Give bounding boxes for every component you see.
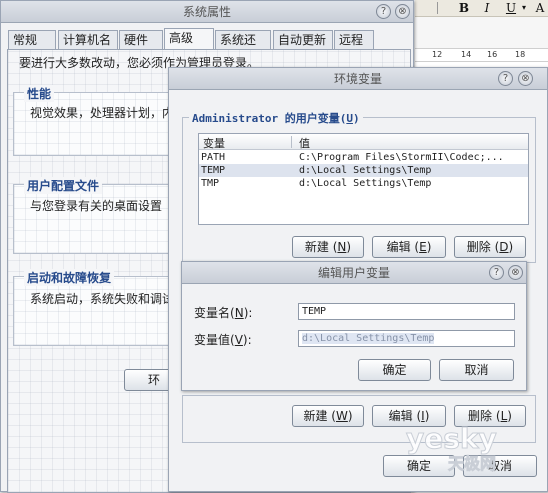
column-divider[interactable] <box>291 136 292 148</box>
label-text: 变量值 <box>194 333 231 347</box>
startup-recovery-title: 启动和故障恢复 <box>24 269 115 286</box>
variable-value: C:\Program Files\StormII\Codec;... <box>299 152 504 163</box>
tab-computer-name[interactable]: 计算机名 <box>58 30 118 49</box>
variable-name-input[interactable]: TEMP <box>298 303 515 320</box>
window-title: 环境变量 <box>333 72 382 86</box>
button-label: 新建 <box>303 409 328 423</box>
startup-recovery-description: 系统启动，系统失败和调试 <box>30 292 175 306</box>
user-variables-title-close: ) <box>352 112 360 125</box>
variable-name-label: 变量名(N): <box>194 306 253 320</box>
label-accesskey: N <box>234 306 244 320</box>
system-new-button[interactable]: 新建 (W) <box>292 405 364 427</box>
font-color-button[interactable]: A <box>532 0 548 16</box>
close-icon[interactable]: ⊗ <box>395 4 410 19</box>
button-accesskey: W <box>335 409 348 423</box>
user-variables-list[interactable]: 变量 值 PATH C:\Program Files\StormII\Codec… <box>198 133 529 225</box>
tab-hardware[interactable]: 硬件 <box>119 30 163 49</box>
variable-name: TMP <box>201 178 220 189</box>
button-label: 删除 <box>466 240 491 254</box>
label-accesskey: V <box>234 333 243 347</box>
horizontal-ruler: 12 14 16 18 <box>415 48 548 62</box>
user-new-button[interactable]: 新建 (N) <box>292 236 364 258</box>
variable-value: d:\Local Settings\Temp <box>299 178 432 189</box>
system-properties-titlebar[interactable]: 系统属性 ? ⊗ <box>1 1 413 23</box>
user-variables-title-text: Administrator 的用户变量( <box>192 112 347 125</box>
performance-description: 视觉效果，处理器计划，内 <box>30 106 175 120</box>
tab-advanced[interactable]: 高级 <box>164 28 214 50</box>
environment-variables-button-label: 环 <box>147 373 160 387</box>
bold-button[interactable]: B <box>456 0 472 16</box>
label-text: 变量名 <box>194 306 231 320</box>
tab-general[interactable]: 常规 <box>8 30 56 49</box>
underline-dropdown-icon[interactable]: ▾ <box>516 0 532 16</box>
edit-ok-button[interactable]: 确定 <box>358 359 431 381</box>
close-icon[interactable]: ⊗ <box>518 71 533 86</box>
user-profiles-title: 用户配置文件 <box>24 177 103 194</box>
list-item-selected[interactable]: TEMP d:\Local Settings\Temp <box>199 164 528 177</box>
yesky-watermark-logo: yesky 天极网 <box>398 420 548 476</box>
italic-button[interactable]: I <box>479 0 495 16</box>
user-profiles-description: 与您登录有关的桌面设置 <box>30 199 163 213</box>
user-delete-button[interactable]: 删除 (D) <box>454 236 526 258</box>
variable-name: PATH <box>201 152 226 163</box>
ruler-tick: 18 <box>515 50 526 59</box>
ruler-tick: 16 <box>487 50 498 59</box>
list-item[interactable]: TMP d:\Local Settings\Temp <box>199 177 528 190</box>
environment-variables-titlebar[interactable]: 环境变量 ? ⊗ <box>169 68 547 90</box>
edit-cancel-button[interactable]: 取消 <box>439 359 514 381</box>
dialog-title: 编辑用户变量 <box>317 266 390 280</box>
window-title: 系统属性 <box>182 5 231 19</box>
user-variables-accesskey: U <box>346 112 353 125</box>
ruler-tick: 14 <box>461 50 472 59</box>
user-edit-button[interactable]: 编辑 (E) <box>372 236 446 258</box>
performance-title: 性能 <box>24 85 55 102</box>
tab-automatic-updates[interactable]: 自动更新 <box>273 30 333 49</box>
help-icon[interactable]: ? <box>498 71 513 86</box>
edit-user-variable-dialog: 编辑用户变量 ? ⊗ 变量名(N): TEMP 变量值(V): d:\Local… <box>181 261 527 391</box>
button-accesskey: E <box>419 240 427 254</box>
tab-remote[interactable]: 远程 <box>334 30 374 49</box>
user-variables-title: Administrator 的用户变量(U) <box>189 110 363 126</box>
column-header-variable[interactable]: 变量 <box>203 135 225 151</box>
selected-text: d:\Local Settings\Temp <box>302 333 435 344</box>
tab-system-restore[interactable]: 系统还原 <box>215 30 271 65</box>
help-icon[interactable]: ? <box>376 4 391 19</box>
button-label: 编辑 <box>386 240 411 254</box>
column-header-value[interactable]: 值 <box>299 135 310 151</box>
list-header: 变量 值 <box>199 134 528 150</box>
toolbar-separator <box>437 2 438 14</box>
help-icon[interactable]: ? <box>489 265 504 280</box>
variable-name: TEMP <box>201 165 226 176</box>
edit-user-variable-titlebar[interactable]: 编辑用户变量 ? ⊗ <box>182 262 526 284</box>
variable-value-label: 变量值(V): <box>194 333 252 347</box>
button-accesskey: N <box>337 240 347 254</box>
list-item[interactable]: PATH C:\Program Files\StormII\Codec;... <box>199 151 528 164</box>
svg-text:yesky: yesky <box>406 422 497 455</box>
variable-value: d:\Local Settings\Temp <box>299 165 432 176</box>
button-accesskey: D <box>499 240 509 254</box>
formatting-toolbar: B I U ▾ A <box>415 0 548 17</box>
ruler-tick: 12 <box>432 50 443 59</box>
button-label: 新建 <box>304 240 329 254</box>
variable-value-input[interactable]: d:\Local Settings\Temp <box>298 330 515 347</box>
svg-text:天极网: 天极网 <box>448 454 496 473</box>
close-icon[interactable]: ⊗ <box>508 265 523 280</box>
